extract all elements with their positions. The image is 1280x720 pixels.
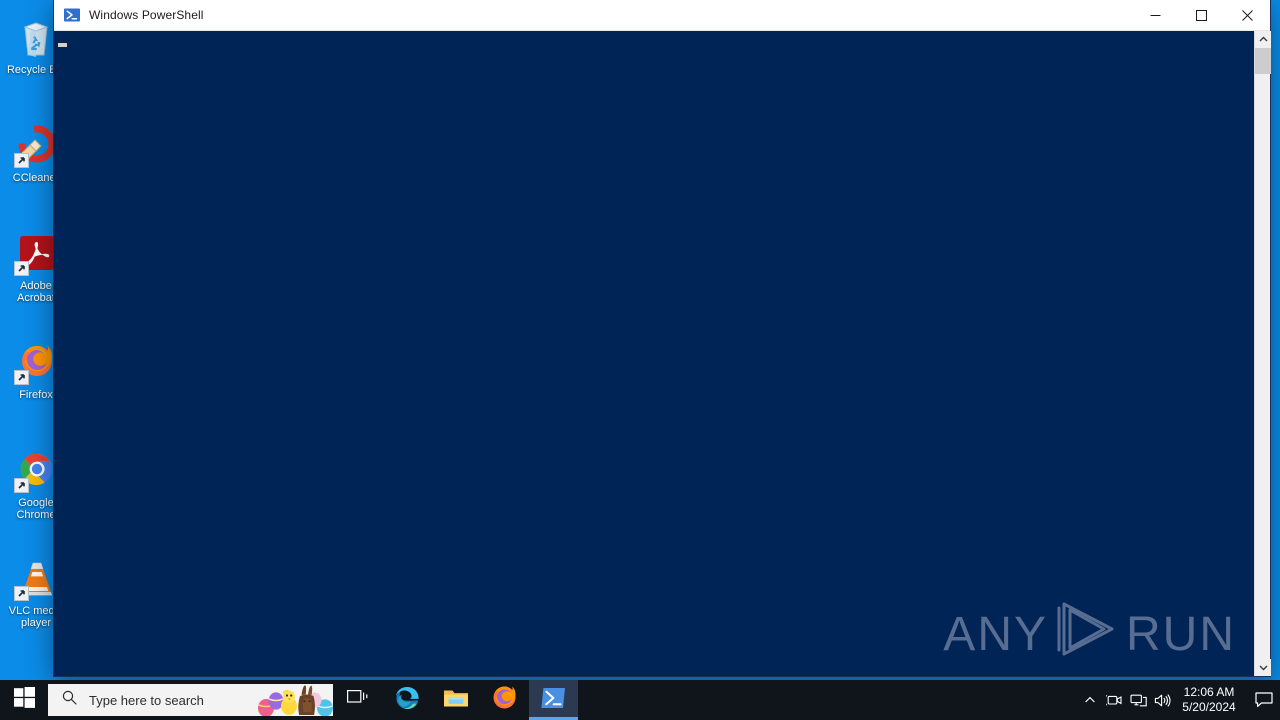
minimize-button[interactable] [1132,0,1178,31]
taskbar-item-firefox[interactable] [480,680,529,720]
watermark-text-right: RUN [1126,608,1236,661]
clock[interactable]: 12:06 AM 5/20/2024 [1174,680,1248,720]
camera-icon[interactable] [1102,680,1126,720]
clock-time: 12:06 AM [1183,685,1235,699]
desktop[interactable]: Recycle Bin CCleaner Adobe Acrobat Firef… [0,0,1280,680]
vlc-media-player-icon [14,557,58,601]
window-title: Windows PowerShell [89,8,204,22]
volume-icon[interactable] [1150,680,1174,720]
powershell-icon [64,7,80,23]
close-button[interactable] [1224,0,1270,31]
windows-logo-icon [13,687,35,713]
shortcut-arrow-icon [14,153,29,168]
action-center-button[interactable] [1248,680,1280,720]
taskbar-item-powershell[interactable] [529,680,578,720]
show-hidden-icons-button[interactable] [1078,680,1102,720]
adobe-acrobat-icon [14,232,58,276]
window-titlebar[interactable]: Windows PowerShell [54,0,1270,31]
google-chrome-icon [14,449,58,493]
ccleaner-icon [14,124,58,168]
maximize-button[interactable] [1178,0,1224,31]
firefox-icon [492,685,517,715]
edge-icon [394,685,420,716]
scroll-down-button[interactable] [1255,659,1271,676]
taskbar-item-edge[interactable] [382,680,431,720]
taskbar[interactable]: Type here to search 12:06 AM 5/20/2024 [0,680,1280,720]
easter-illustration-icon [255,684,333,716]
scrollbar-thumb[interactable] [1255,48,1271,74]
task-view-button[interactable] [333,680,382,720]
console-output-area[interactable]: ANY RUN [54,31,1254,676]
system-tray[interactable]: 12:06 AM 5/20/2024 [1078,680,1280,720]
start-button[interactable] [0,680,48,720]
search-input[interactable]: Type here to search [89,693,204,708]
shortcut-arrow-icon [14,586,29,601]
watermark-text-left: ANY [943,608,1048,661]
shortcut-arrow-icon [14,261,29,276]
search-icon [62,690,77,710]
search-box[interactable]: Type here to search [48,684,333,716]
network-icon[interactable] [1126,680,1150,720]
recycle-bin-icon [14,16,58,60]
anyrun-watermark: ANY RUN [943,600,1236,670]
shortcut-arrow-icon [14,478,29,493]
task-view-icon [346,688,369,712]
clock-date: 5/20/2024 [1182,700,1236,714]
firefox-icon [14,341,58,385]
console-cursor [58,43,67,47]
file-explorer-icon [443,687,469,714]
scroll-up-button[interactable] [1255,31,1271,48]
shortcut-arrow-icon [14,370,29,385]
powershell-window[interactable]: Windows PowerShell ANY RUN [54,0,1271,676]
anyrun-play-logo-icon [1056,600,1118,670]
console-scrollbar[interactable] [1254,31,1271,676]
powershell-icon [541,687,566,714]
taskbar-item-file-explorer[interactable] [431,680,480,720]
